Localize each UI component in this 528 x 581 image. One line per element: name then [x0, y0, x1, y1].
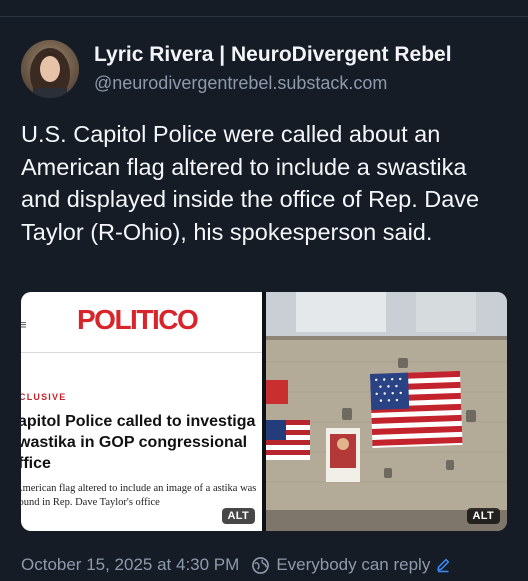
article-kicker: CLUSIVE: [21, 392, 67, 402]
author-handle[interactable]: @neurodivergentrebel.substack.com: [94, 71, 514, 95]
media-image-politico[interactable]: ≡ POLITICO CLUSIVE apitol Police called …: [21, 292, 262, 531]
article-divider: [21, 352, 262, 353]
alt-badge[interactable]: ALT: [221, 508, 255, 524]
media-image-photo[interactable]: ALT: [266, 292, 507, 531]
politico-logo: POLITICO: [77, 304, 199, 335]
post-footer: October 15, 2025 at 4:30 PM Everybody ca…: [21, 553, 521, 577]
article-dek: American flag altered to include an imag…: [21, 483, 257, 508]
pencil-edit-icon[interactable]: [435, 557, 451, 573]
post-timestamp[interactable]: October 15, 2025 at 4:30 PM: [21, 555, 239, 575]
reply-setting[interactable]: Everybody can reply: [276, 555, 430, 575]
post-media: ≡ POLITICO CLUSIVE apitol Police called …: [21, 292, 507, 531]
office-wall-photo: [266, 292, 507, 531]
article-headline: apitol Police called to investiga wastik…: [21, 413, 256, 472]
globe-reply-icon: [252, 556, 270, 574]
alt-badge[interactable]: ALT: [466, 508, 500, 524]
menu-icon: ≡: [21, 317, 27, 332]
author-display-name[interactable]: Lyric Rivera | NeuroDivergent Rebel: [94, 42, 514, 68]
avatar-photo: [21, 40, 79, 98]
avatar[interactable]: [21, 40, 79, 98]
post-author: Lyric Rivera | NeuroDivergent Rebel @neu…: [94, 42, 514, 95]
top-divider: [0, 16, 528, 17]
post-text: U.S. Capitol Police were called about an…: [21, 121, 480, 245]
